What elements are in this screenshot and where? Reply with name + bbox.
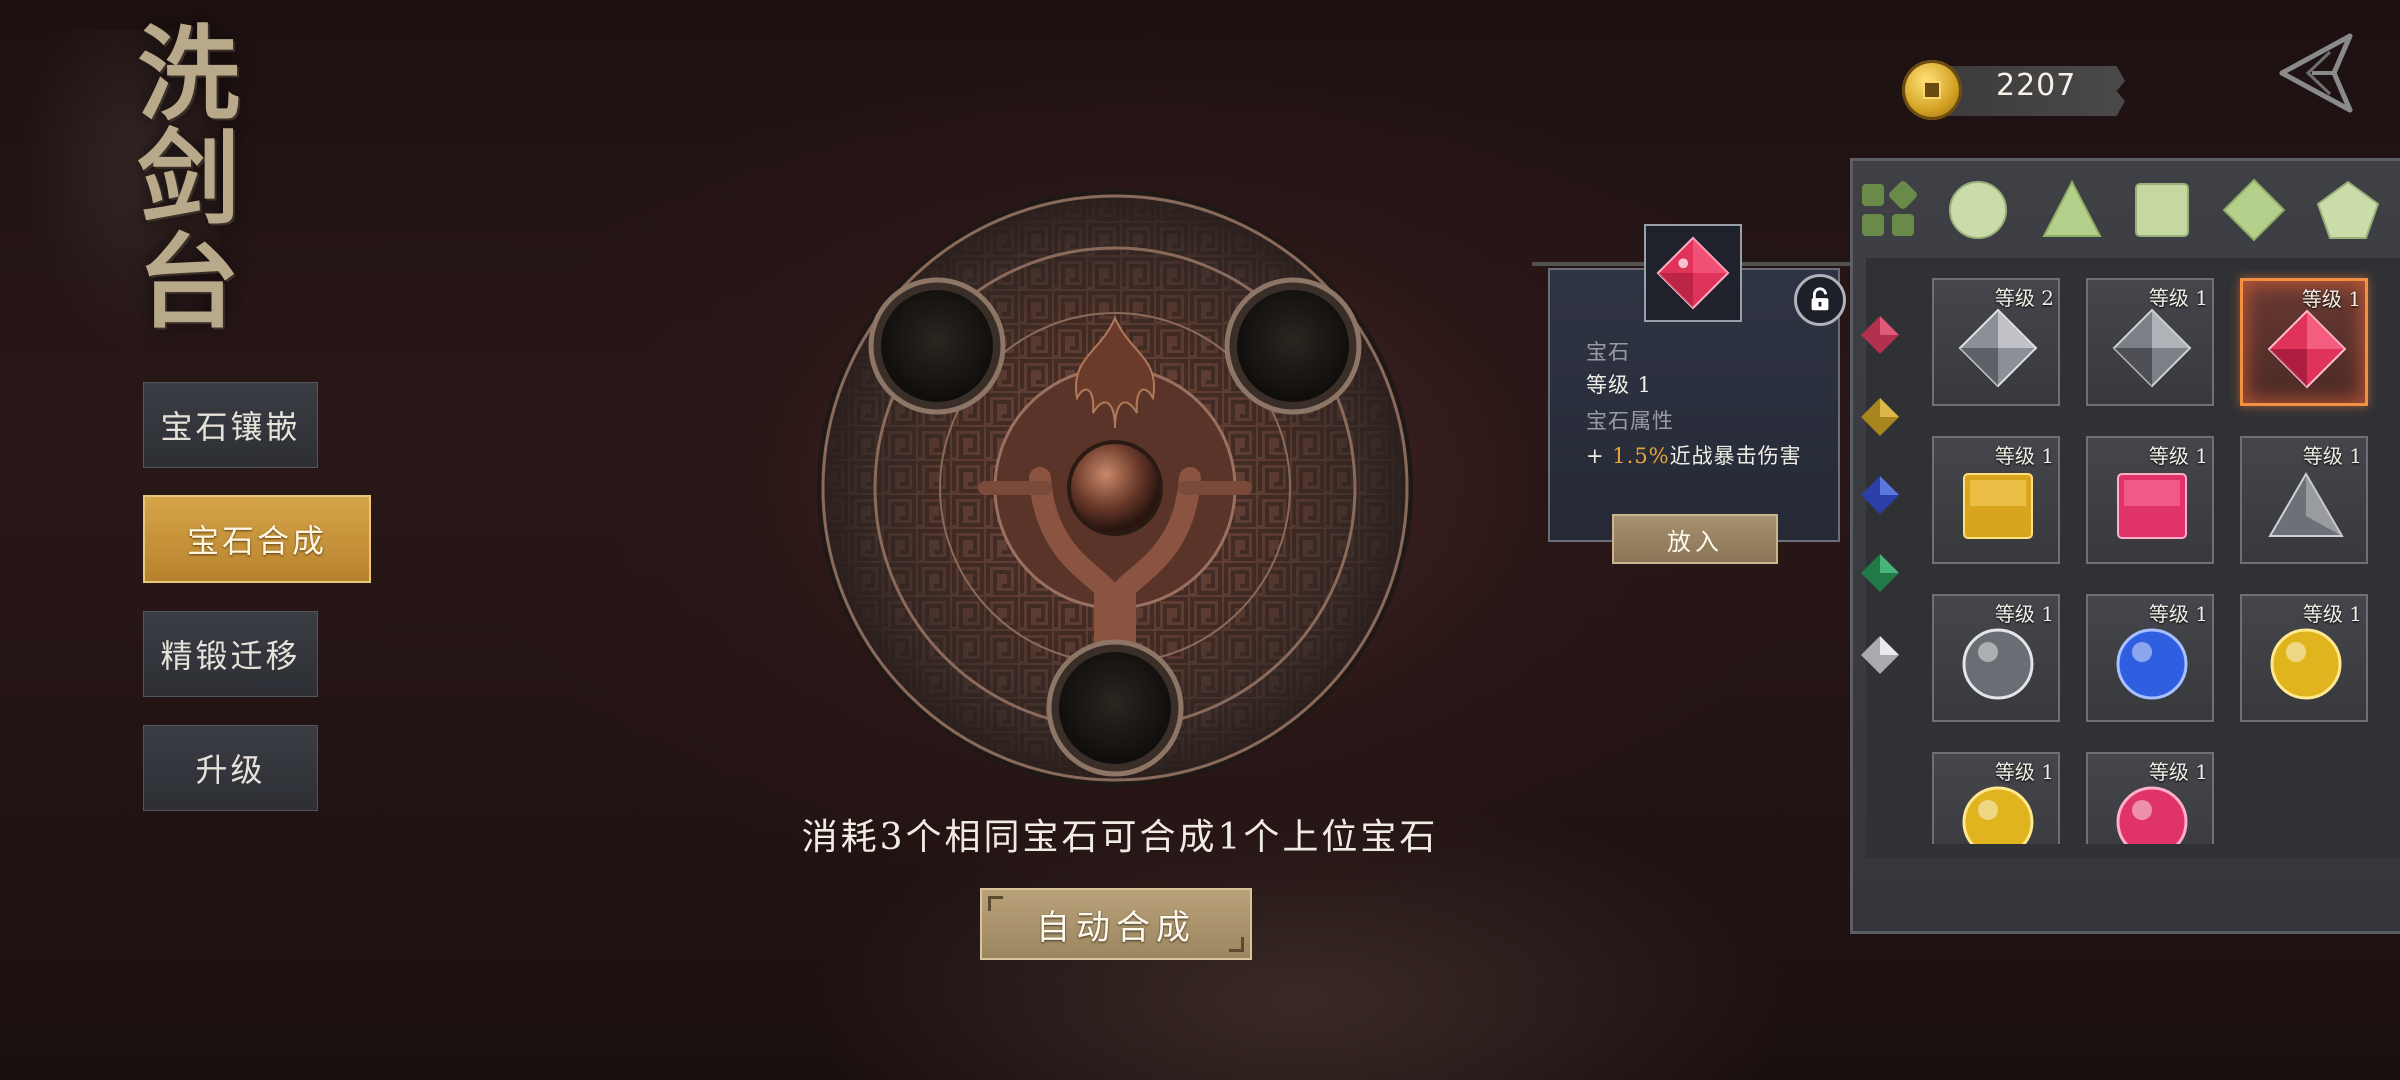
menu-item-label: 宝石镶嵌 [160,408,301,446]
currency-amount: 2207 [1996,68,2077,103]
page-title: 洗剑台 [120,20,240,332]
slot-level: 等级 1 [1994,602,2054,626]
slot-level: 等级 1 [2301,287,2361,311]
triangle-shape-icon [2042,179,2102,237]
inventory-slot[interactable]: 等级 1 [1932,436,2060,564]
yellow-square-gem-icon [1963,473,2033,539]
red-square-gem-icon [2117,473,2187,539]
category-green[interactable] [1857,550,1903,596]
pentagon-shape-icon [2316,180,2380,239]
slot-level: 等级 1 [2148,760,2208,784]
inventory-slot[interactable]: 等级 1 [2240,594,2368,722]
tooltip-level: 等级 1 [1586,373,1653,397]
diamond-shape-icon [2222,178,2286,242]
menu-item-gem-inlay[interactable]: 宝石镶嵌 [143,382,318,468]
tooltip-attr-title: 宝石属性 [1586,409,1674,433]
slot-level: 等级 1 [2302,444,2362,468]
stat-name: 近战暴击伤害 [1669,444,1802,468]
yellow-gem-category-icon [1861,398,1899,436]
back-arrow-icon [2279,33,2353,113]
back-button[interactable] [2272,28,2356,118]
blue-gem-category-icon [1861,476,1899,514]
filter-diamond[interactable] [2222,178,2286,242]
button-corner [1229,937,1244,952]
unlock-icon [1811,287,1829,311]
inventory-slot[interactable]: 等级 1 [1932,594,2060,722]
slot-level: 等级 2 [1994,286,2054,310]
stat-value: 1.5% [1612,444,1670,468]
menu-item-gem-synthesis[interactable]: 宝石合成 [143,495,371,583]
menu-item-label: 升级 [195,751,266,789]
synthesis-hint: 消耗3个相同宝石可合成1个上位宝石 [801,817,1439,858]
lock-button[interactable] [1794,274,1846,326]
slot-level: 等级 1 [2148,602,2208,626]
menu-item-label: 宝石合成 [186,522,327,560]
inventory-slot[interactable]: 等级 2 [1932,278,2060,406]
grid-all-icon [1862,181,1917,236]
slot-level: 等级 1 [1994,444,2054,468]
category-white[interactable] [1857,632,1903,678]
slot-level: 等级 1 [2302,602,2362,626]
tooltip-type: 宝石 [1586,340,1630,364]
blue-circle-gem-icon [2116,628,2188,700]
button-corner [988,896,1003,911]
tooltip-gem-preview [1644,224,1742,322]
inventory-slot[interactable]: 等级 1 [1932,752,2060,844]
red-diamond-gem-icon [2267,309,2347,389]
place-button-label: 放入 [1667,527,1723,556]
silver-diamond-gem-icon [2112,308,2192,388]
coin-icon [1902,60,1962,120]
red-circle-gem-icon [2116,786,2188,844]
yellow-circle-gem-icon [1962,786,2034,844]
inventory-slot[interactable]: 等级 1 [2086,752,2214,844]
silver-triangle-gem-icon [2268,472,2344,537]
menu-item-forge-transfer[interactable]: 精锻迁移 [143,611,318,697]
category-blue[interactable] [1857,472,1903,518]
yellow-circle-gem-icon [2270,628,2342,700]
slot-level: 等级 1 [2148,286,2208,310]
menu-item-label: 精锻迁移 [160,637,301,675]
tooltip-stat: + 1.5%近战暴击伤害 [1586,440,1802,470]
menu-item-upgrade[interactable]: 升级 [143,725,318,811]
filter-triangle[interactable] [2040,178,2104,242]
filter-square[interactable] [2130,178,2194,242]
auto-synthesis-label: 自动合成 [1036,907,1196,948]
place-button[interactable]: 放入 [1612,514,1778,564]
category-yellow[interactable] [1857,394,1903,440]
inventory-grid[interactable]: 等级 2 等级 1 等级 1 等级 1 等级 1 等级 1 等级 1 等级 1 … [1920,270,2380,844]
inventory-slot[interactable]: 等级 1 [2086,436,2214,564]
red-gem-category-icon [1861,316,1899,354]
slot-level: 等级 1 [2148,444,2208,468]
filter-pentagon[interactable] [2316,178,2380,242]
stat-prefix: + [1586,444,1613,468]
auto-synthesis-button[interactable]: 自动合成 [980,888,1252,960]
filter-all[interactable] [1856,178,1920,242]
red-diamond-gem-icon [1656,236,1730,310]
inventory-slot-selected[interactable]: 等级 1 [2240,278,2368,406]
synthesis-disc [815,188,1415,788]
silver-circle-gem-icon [1962,628,2034,700]
filter-circle[interactable] [1946,178,2010,242]
slot-level: 等级 1 [1994,760,2054,784]
category-red[interactable] [1857,312,1903,358]
circle-shape-icon [1949,181,2007,239]
inventory-slot[interactable]: 等级 1 [2086,278,2214,406]
inventory-slot[interactable]: 等级 1 [2086,594,2214,722]
inventory-slot[interactable]: 等级 1 [2240,436,2368,564]
white-gem-category-icon [1861,636,1899,674]
square-shape-icon [2135,183,2189,237]
green-gem-category-icon [1861,554,1899,592]
silver-diamond-gem-icon [1958,308,2038,388]
